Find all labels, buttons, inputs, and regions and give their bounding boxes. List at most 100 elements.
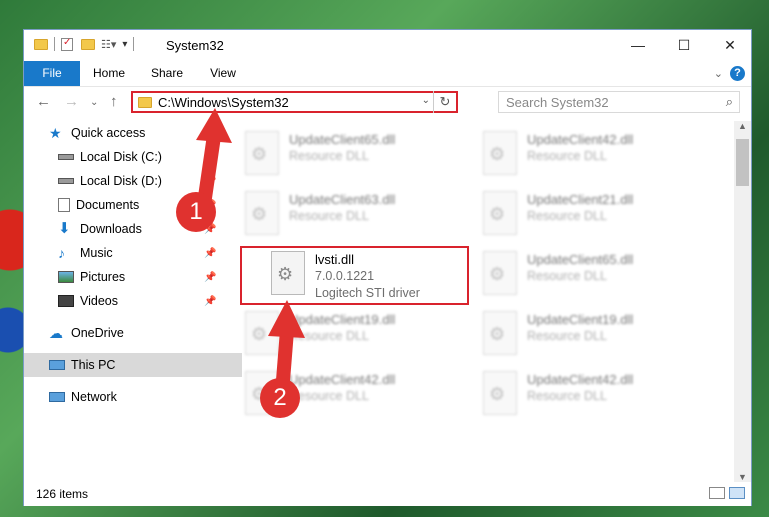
tab-file[interactable]: File xyxy=(24,61,80,86)
file-item[interactable]: UpdateClient65.dll Resource DLL xyxy=(483,251,713,303)
minimize-button[interactable]: — xyxy=(615,30,661,60)
pin-icon[interactable]: 📌 xyxy=(204,152,216,163)
sidebar-item-label: Videos xyxy=(80,294,118,308)
expand-ribbon-icon[interactable]: ⌄ xyxy=(714,67,723,80)
sidebar-item-label: Music xyxy=(80,246,113,260)
step-badge-1: 1 xyxy=(176,192,216,232)
file-name: UpdateClient42.dll xyxy=(527,132,634,147)
pin-icon[interactable]: 📌 xyxy=(204,248,216,259)
tab-share[interactable]: Share xyxy=(142,61,192,86)
up-button[interactable]: ↑ xyxy=(110,93,118,110)
sidebar-item-label: Documents xyxy=(76,198,140,212)
window-title: System32 xyxy=(166,38,224,53)
help-icon[interactable]: ? xyxy=(730,66,745,81)
file-name: UpdateClient19.dll xyxy=(527,312,634,327)
large-icons-view-icon[interactable] xyxy=(729,487,745,499)
sidebar-item-label: Network xyxy=(71,390,117,404)
sidebar-item-label: Local Disk (D:) xyxy=(80,174,162,188)
customize-toolbar-icon[interactable]: ▾ xyxy=(122,39,127,50)
chevron-down-icon[interactable]: ⌄ xyxy=(422,95,430,106)
scroll-down-icon[interactable]: ▼ xyxy=(738,472,747,482)
sidebar-item-documents[interactable]: Documents 📌 xyxy=(24,193,251,217)
scroll-up-icon[interactable]: ▲ xyxy=(738,121,747,131)
recent-locations-button[interactable]: ⌄ xyxy=(90,97,98,108)
file-item[interactable]: UpdateClient21.dll Resource DLL xyxy=(483,191,713,243)
pin-icon[interactable]: 📌 xyxy=(204,176,216,187)
search-input[interactable]: Search System32 xyxy=(506,95,609,110)
dll-file-icon xyxy=(245,191,279,235)
file-list: UpdateClient65.dll Resource DLL UpdateCli… xyxy=(238,125,733,485)
refresh-button[interactable]: ↻ xyxy=(433,91,456,113)
sidebar-item-downloads[interactable]: ⬇ Downloads 📌 xyxy=(24,217,251,241)
file-item[interactable]: UpdateClient42.dll Resource DLL xyxy=(483,371,713,423)
maximize-button[interactable]: ☐ xyxy=(661,30,707,60)
new-folder-icon[interactable] xyxy=(81,38,95,50)
scrollbar-thumb[interactable] xyxy=(736,139,749,186)
tab-view[interactable]: View xyxy=(200,61,246,86)
sidebar-item-videos[interactable]: Videos 📌 xyxy=(24,289,251,313)
folder-icon xyxy=(34,38,48,50)
file-name: UpdateClient42.dll xyxy=(289,372,396,387)
download-icon: ⬇ xyxy=(58,220,71,237)
network-icon xyxy=(49,392,65,402)
search-icon[interactable]: ⌕ xyxy=(726,94,733,110)
pin-icon[interactable]: 📌 xyxy=(204,272,216,283)
view-options-icon[interactable]: ☷▾ xyxy=(101,38,116,51)
sidebar-item-quick-access[interactable]: ★ Quick access xyxy=(24,121,242,145)
details-view-icon[interactable] xyxy=(709,487,725,499)
file-item[interactable]: UpdateClient63.dll Resource DLL xyxy=(245,191,475,243)
pictures-icon xyxy=(58,271,74,283)
sidebar-item-onedrive[interactable]: ☁ OneDrive xyxy=(24,321,242,345)
sidebar-item-local-disk-c[interactable]: Local Disk (C:) 📌 xyxy=(24,145,251,169)
file-item[interactable]: UpdateClient19.dll Resource DLL xyxy=(483,311,713,363)
cloud-icon: ☁ xyxy=(49,325,63,341)
step-badge-2: 2 xyxy=(260,378,300,418)
search-box[interactable]: Search System32 ⌕ xyxy=(498,91,740,113)
status-bar: 126 items xyxy=(24,482,751,506)
file-name: UpdateClient63.dll xyxy=(289,192,396,207)
sidebar-item-label: Pictures xyxy=(80,270,126,284)
file-description: Resource DLL xyxy=(527,329,607,343)
dll-file-icon xyxy=(245,131,279,175)
item-count: 126 items xyxy=(36,487,89,501)
address-bar[interactable]: C:\Windows\System32 ⌄ ↻ xyxy=(131,91,458,113)
file-item[interactable]: UpdateClient65.dll Resource DLL xyxy=(245,131,475,183)
divider xyxy=(133,37,135,51)
dll-file-icon xyxy=(245,311,279,355)
properties-icon[interactable]: ✓ xyxy=(61,37,73,51)
vertical-scrollbar[interactable]: ▲ ▼ xyxy=(734,121,751,482)
forward-button[interactable]: → xyxy=(64,93,79,110)
file-description: Resource DLL xyxy=(527,209,607,223)
sidebar-item-local-disk-d[interactable]: Local Disk (D:) 📌 xyxy=(24,169,251,193)
sidebar-item-label: Downloads xyxy=(80,222,142,236)
file-explorer-window: ✓ ☷▾ ▾ System32 — ☐ ✕ File Home Share Vi… xyxy=(23,29,752,506)
tab-home[interactable]: Home xyxy=(84,61,134,86)
file-name: UpdateClient42.dll xyxy=(527,372,634,387)
file-item[interactable]: UpdateClient19.dll Resource DLL xyxy=(245,311,475,363)
address-path[interactable]: C:\Windows\System32 xyxy=(158,95,289,110)
dll-file-icon xyxy=(483,311,517,355)
star-icon: ★ xyxy=(49,125,62,141)
close-button[interactable]: ✕ xyxy=(707,30,753,60)
sidebar-item-this-pc[interactable]: This PC xyxy=(24,353,242,377)
file-description: Resource DLL xyxy=(289,149,369,163)
dll-file-icon xyxy=(483,371,517,415)
sidebar-item-pictures[interactable]: Pictures 📌 xyxy=(24,265,251,289)
title-bar: ✓ ☷▾ ▾ System32 — ☐ ✕ xyxy=(24,30,751,61)
divider xyxy=(54,37,55,51)
sidebar-item-label: Local Disk (C:) xyxy=(80,150,162,164)
dll-file-icon xyxy=(483,251,517,295)
pin-icon[interactable]: 📌 xyxy=(204,296,216,307)
sidebar-item-network[interactable]: Network xyxy=(24,385,242,409)
highlight-box-file xyxy=(240,246,469,305)
videos-icon xyxy=(58,295,74,307)
sidebar-item-music[interactable]: ♪ Music 📌 xyxy=(24,241,251,265)
dll-file-icon xyxy=(483,131,517,175)
file-name: UpdateClient65.dll xyxy=(527,252,634,267)
sidebar-item-label: Quick access xyxy=(71,126,146,140)
file-item[interactable]: UpdateClient42.dll Resource DLL xyxy=(483,131,713,183)
file-description: Resource DLL xyxy=(289,209,369,223)
drive-icon xyxy=(58,154,74,160)
sidebar-item-label: OneDrive xyxy=(71,326,124,340)
back-button[interactable]: ← xyxy=(36,93,51,110)
